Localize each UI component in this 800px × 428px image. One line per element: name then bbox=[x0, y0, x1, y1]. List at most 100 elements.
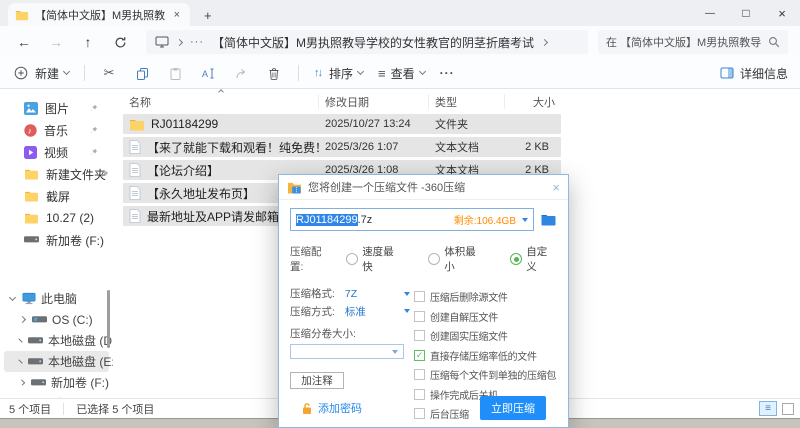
new-tab-button[interactable]: + bbox=[204, 9, 212, 22]
cut-icon[interactable]: ✂ bbox=[100, 66, 118, 81]
navigation-bar: ← → ↑ ··· 【简体中文版】M男执照教导学校的女性教官的阴茎折磨考试 在 … bbox=[0, 26, 800, 58]
share-icon[interactable] bbox=[232, 67, 250, 80]
status-divider bbox=[63, 403, 64, 415]
chevron-down-icon[interactable] bbox=[9, 293, 16, 300]
lock-icon bbox=[301, 402, 313, 415]
method-dropdown[interactable]: 压缩方式: 标准 bbox=[290, 304, 414, 320]
details-pane-button[interactable]: 详细信息 bbox=[720, 65, 788, 82]
sort-arrows-icon: ↑↓ bbox=[314, 67, 321, 79]
dialog-title: 您将创建一个压缩文件 -360压缩 bbox=[308, 179, 465, 195]
sidebar-item-disk-d[interactable]: 本地磁盘 (D:) bbox=[4, 330, 109, 351]
sidebar-item-pictures[interactable]: 图片 bbox=[0, 97, 113, 119]
chevron-right-icon[interactable] bbox=[18, 338, 22, 342]
radio-smallest[interactable]: 体积最小 bbox=[428, 244, 485, 274]
option-solid-archive[interactable]: 创建固实压缩文件 bbox=[414, 328, 557, 343]
sidebar-item-label: 本地磁盘 (D:) bbox=[48, 332, 113, 349]
minimize-button[interactable]: — bbox=[692, 8, 728, 19]
copy-icon[interactable] bbox=[133, 67, 151, 80]
file-date: 2025/10/27 13:24 bbox=[319, 118, 429, 130]
maximize-button[interactable]: □ bbox=[728, 6, 764, 20]
sidebar-item-music[interactable]: ♪ 音乐 bbox=[0, 119, 113, 141]
folder-icon bbox=[24, 168, 39, 180]
back-button[interactable]: ← bbox=[8, 34, 40, 50]
paste-icon[interactable] bbox=[166, 67, 184, 80]
refresh-icon[interactable] bbox=[104, 36, 136, 49]
tab-title: 【简体中文版】M男执照教导学 bbox=[35, 7, 165, 23]
sidebar-item-videos[interactable]: 视频 bbox=[0, 141, 113, 163]
browse-folder-icon[interactable] bbox=[540, 213, 557, 226]
new-button-label: 新建 bbox=[35, 65, 59, 82]
search-icon bbox=[768, 36, 780, 48]
dialog-title-bar[interactable]: 您将创建一个压缩文件 -360压缩 × bbox=[279, 175, 568, 200]
sidebar-item-disk-e[interactable]: 本地磁盘 (E:) bbox=[4, 351, 109, 372]
option-delete-source[interactable]: 压缩后删除源文件 bbox=[414, 289, 557, 304]
more-options-button[interactable]: ··· bbox=[440, 66, 455, 80]
up-button[interactable]: ↑ bbox=[72, 34, 104, 50]
text-file-icon bbox=[129, 163, 141, 177]
sidebar-item-1027[interactable]: 10.27 (2) bbox=[0, 207, 113, 229]
split-size-dropdown[interactable] bbox=[290, 344, 404, 359]
delete-icon[interactable] bbox=[265, 67, 283, 80]
add-comment-button[interactable]: 加注释 bbox=[290, 372, 344, 389]
column-header-size[interactable]: 大小 bbox=[505, 94, 561, 109]
list-view-toggle[interactable]: ≡ bbox=[759, 401, 777, 416]
breadcrumb-overflow[interactable]: ··· bbox=[190, 36, 204, 48]
sidebar-item-drive-f[interactable]: 新加卷 (F:) bbox=[0, 229, 113, 251]
breadcrumb-chevron-icon bbox=[176, 38, 183, 45]
view-button-label: 查看 bbox=[391, 65, 415, 82]
large-icons-view-toggle[interactable] bbox=[782, 403, 794, 415]
explorer-tab[interactable]: 【简体中文版】M男执照教导学 × bbox=[8, 3, 190, 26]
chevron-down-icon bbox=[392, 350, 398, 354]
dialog-options-area: 压缩格式: 7Z 压缩方式: 标准 压缩分卷大小: 加注释 bbox=[290, 286, 557, 389]
filename-selected-text: RJ01184299 bbox=[296, 214, 358, 226]
sidebar-tree-section: 此电脑 OS (C:) 本地磁盘 (D:) bbox=[0, 288, 113, 398]
chevron-right-icon[interactable] bbox=[18, 359, 22, 363]
filename-input[interactable]: RJ01184299 .7z 剩余:106.4GB bbox=[290, 208, 534, 231]
rename-icon[interactable]: A bbox=[199, 67, 217, 80]
radio-custom[interactable]: 自定义 bbox=[510, 244, 557, 274]
add-password-link[interactable]: 添加密码 bbox=[301, 400, 362, 416]
sidebar-item-label: 本地磁盘 (E:) bbox=[48, 353, 113, 370]
sidebar-item-label: 新建文件夹 bbox=[46, 166, 106, 183]
sidebar-item-os-c[interactable]: OS (C:) bbox=[4, 309, 109, 330]
breadcrumb-path[interactable]: 【简体中文版】M男执照教导学校的女性教官的阴茎折磨考试 bbox=[212, 34, 534, 51]
new-button[interactable]: 新建 bbox=[12, 65, 69, 82]
column-header-date[interactable]: 修改日期 bbox=[319, 94, 429, 109]
filename-extension: .7z bbox=[358, 214, 373, 226]
chevron-down-icon[interactable] bbox=[522, 218, 528, 222]
dialog-close-icon[interactable]: × bbox=[552, 181, 560, 194]
option-separate-archives[interactable]: 压缩每个文件到单独的压缩包 bbox=[414, 367, 557, 382]
close-button[interactable]: × bbox=[764, 6, 800, 21]
address-bar[interactable]: ··· 【简体中文版】M男执照教导学校的女性教官的阴茎折磨考试 bbox=[146, 30, 588, 54]
tab-close-icon[interactable]: × bbox=[171, 9, 183, 21]
sidebar-item-drive-f-tree[interactable]: 新加卷 (F:) bbox=[4, 372, 109, 393]
view-button[interactable]: ≡ 查看 bbox=[378, 65, 425, 82]
sidebar-item-new-folder[interactable]: 新建文件夹 bbox=[0, 163, 113, 185]
compress-now-button[interactable]: 立即压缩 bbox=[480, 396, 546, 420]
column-header-type[interactable]: 类型 bbox=[429, 94, 505, 109]
forward-button[interactable]: → bbox=[40, 34, 72, 50]
chevron-right-icon[interactable] bbox=[19, 379, 25, 385]
format-dropdown[interactable]: 压缩格式: 7Z bbox=[290, 286, 414, 302]
file-name: 【永久地址发布页】 bbox=[147, 185, 255, 202]
file-name: 【来了就能下载和观看！纯免费！】 bbox=[147, 139, 319, 156]
chevron-right-icon[interactable] bbox=[19, 316, 26, 323]
sidebar-scrollbar[interactable] bbox=[107, 290, 110, 348]
toolbar-divider bbox=[84, 65, 85, 81]
column-header-name[interactable]: 名称 bbox=[123, 94, 319, 109]
file-row[interactable]: 【来了就能下载和观看！纯免费！】 2025/3/26 1:07 文本文档 2 K… bbox=[123, 137, 561, 157]
radio-fastest[interactable]: 速度最快 bbox=[346, 244, 403, 274]
option-store-low-ratio[interactable]: 直接存储压缩率低的文件 bbox=[414, 348, 557, 363]
checkbox-icon bbox=[414, 311, 425, 322]
sidebar-item-this-pc[interactable]: 此电脑 bbox=[4, 288, 109, 309]
sidebar-item-screenshots[interactable]: 截屏 bbox=[0, 185, 113, 207]
sort-button[interactable]: ↑↓ 排序 bbox=[314, 65, 363, 82]
file-row[interactable]: RJ01184299 2025/10/27 13:24 文件夹 bbox=[123, 114, 561, 134]
selected-count: 已选择 5 个项目 bbox=[76, 401, 154, 417]
desktop: 【简体中文版】M男执照教导学 × + — □ × ← → ↑ bbox=[0, 0, 800, 428]
search-input[interactable]: 在 【简体中文版】M男执照教导 bbox=[598, 30, 788, 54]
method-label: 压缩方式: bbox=[290, 304, 335, 319]
option-self-extract[interactable]: 创建自解压文件 bbox=[414, 309, 557, 324]
sidebar-item-label: 截屏 bbox=[46, 188, 70, 205]
folder-icon bbox=[24, 212, 39, 224]
